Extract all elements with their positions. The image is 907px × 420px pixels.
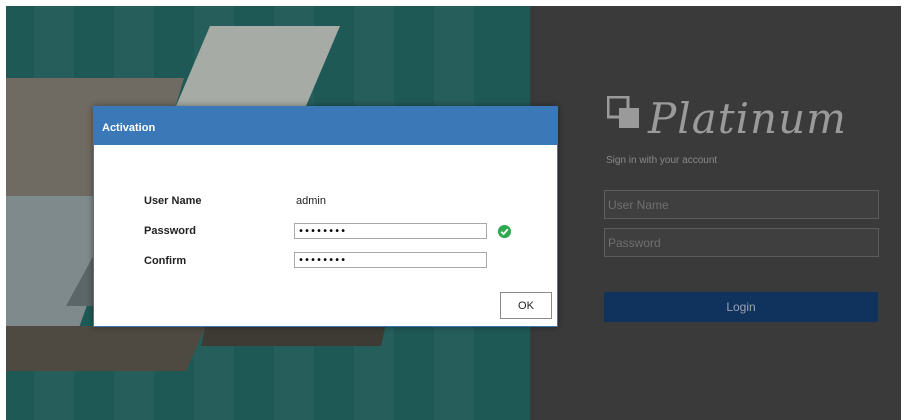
photo-tile [176, 26, 340, 106]
signin-instruction: Sign in with your account [606, 155, 718, 166]
dialog-title: Activation [94, 107, 557, 145]
password-field[interactable] [294, 223, 487, 239]
password-label: Password [144, 225, 196, 237]
confirm-label: Confirm [144, 255, 187, 267]
confirm-password-field[interactable] [294, 252, 487, 268]
check-circle-icon [498, 225, 511, 238]
login-username-field[interactable] [604, 190, 879, 219]
photo-tile [6, 326, 206, 371]
username-value: admin [296, 195, 326, 207]
photo-tile [201, 324, 386, 346]
ok-button[interactable]: OK [500, 292, 552, 319]
screen: Platinum Sign in with your account Login… [0, 0, 907, 420]
activation-dialog: Activation User Name admin Password Conf… [93, 106, 558, 327]
login-button[interactable]: Login [604, 292, 878, 322]
username-label: User Name [144, 195, 202, 207]
brand-name: Platinum [648, 94, 847, 143]
platinum-logo-icon [607, 96, 639, 128]
login-password-field[interactable] [604, 228, 879, 257]
